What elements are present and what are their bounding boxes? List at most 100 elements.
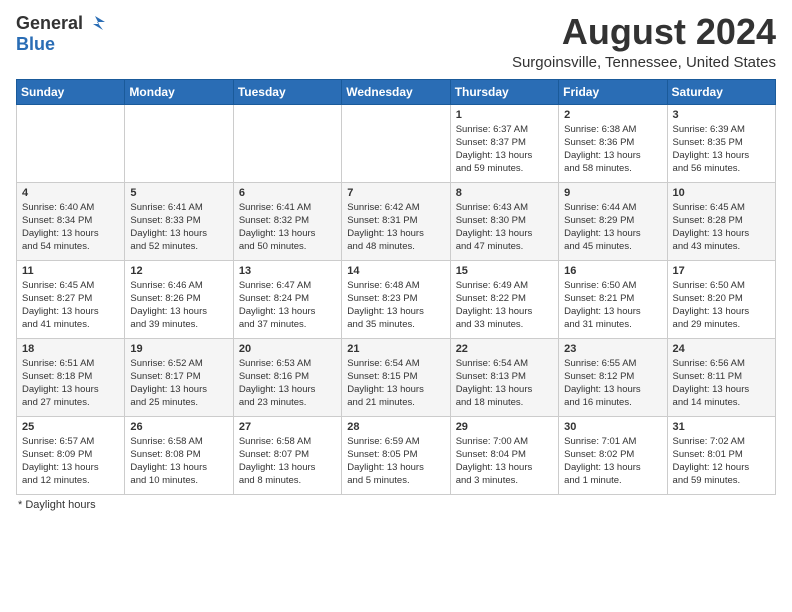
calendar-week-row: 1 Sunrise: 6:37 AM Sunset: 8:37 PM Daylig… bbox=[17, 104, 776, 182]
day-info: Sunrise: 7:00 AM Sunset: 8:04 PM Dayligh… bbox=[456, 435, 553, 488]
day-info: Sunrise: 6:46 AM Sunset: 8:26 PM Dayligh… bbox=[130, 279, 227, 332]
day-info: Sunrise: 6:49 AM Sunset: 8:22 PM Dayligh… bbox=[456, 279, 553, 332]
table-row bbox=[233, 104, 341, 182]
day-number: 9 bbox=[564, 187, 661, 199]
day-info: Sunrise: 6:44 AM Sunset: 8:29 PM Dayligh… bbox=[564, 201, 661, 254]
day-number: 30 bbox=[564, 421, 661, 433]
calendar-week-row: 25Sunrise: 6:57 AM Sunset: 8:09 PM Dayli… bbox=[17, 416, 776, 494]
day-info: Sunrise: 6:48 AM Sunset: 8:23 PM Dayligh… bbox=[347, 279, 444, 332]
logo-blue-text: Blue bbox=[16, 34, 55, 55]
day-info: Sunrise: 6:39 AM Sunset: 8:35 PM Dayligh… bbox=[673, 123, 770, 176]
table-row: 23 Sunrise: 6:55 AM Sunset: 8:12 PM Dayli… bbox=[559, 338, 667, 416]
table-row: 31Sunrise: 7:02 AM Sunset: 8:01 PM Dayli… bbox=[667, 416, 775, 494]
day-number: 11 bbox=[22, 265, 119, 277]
table-row: 14Sunrise: 6:48 AM Sunset: 8:23 PM Dayli… bbox=[342, 260, 450, 338]
day-info: Sunrise: 6:51 AM Sunset: 8:18 PM Dayligh… bbox=[22, 357, 119, 410]
day-number: 12 bbox=[130, 265, 227, 277]
table-row: 26 Sunrise: 6:58 AM Sunset: 8:08 PM Dayli… bbox=[125, 416, 233, 494]
day-number: 26 bbox=[130, 421, 227, 433]
table-row: 17Sunrise: 6:50 AM Sunset: 8:20 PM Dayli… bbox=[667, 260, 775, 338]
day-number: 15 bbox=[456, 265, 553, 277]
calendar-week-row: 18 Sunrise: 6:51 AM Sunset: 8:18 PM Dayli… bbox=[17, 338, 776, 416]
table-row: 1 Sunrise: 6:37 AM Sunset: 8:37 PM Daylig… bbox=[450, 104, 558, 182]
day-info: Sunrise: 7:01 AM Sunset: 8:02 PM Dayligh… bbox=[564, 435, 661, 488]
footer-note: * Daylight hours bbox=[16, 499, 776, 511]
col-wednesday: Wednesday bbox=[342, 79, 450, 104]
table-row bbox=[17, 104, 125, 182]
table-row: 22 Sunrise: 6:54 AM Sunset: 8:13 PM Dayli… bbox=[450, 338, 558, 416]
table-row: 20Sunrise: 6:53 AM Sunset: 8:16 PM Dayli… bbox=[233, 338, 341, 416]
day-info: Sunrise: 6:38 AM Sunset: 8:36 PM Dayligh… bbox=[564, 123, 661, 176]
table-row: 15 Sunrise: 6:49 AM Sunset: 8:22 PM Dayli… bbox=[450, 260, 558, 338]
day-info: Sunrise: 6:45 AM Sunset: 8:28 PM Dayligh… bbox=[673, 201, 770, 254]
table-row: 30 Sunrise: 7:01 AM Sunset: 8:02 PM Dayli… bbox=[559, 416, 667, 494]
day-number: 7 bbox=[347, 187, 444, 199]
table-row: 6 Sunrise: 6:41 AM Sunset: 8:32 PM Daylig… bbox=[233, 182, 341, 260]
day-number: 16 bbox=[564, 265, 661, 277]
day-info: Sunrise: 6:50 AM Sunset: 8:21 PM Dayligh… bbox=[564, 279, 661, 332]
day-number: 20 bbox=[239, 343, 336, 355]
table-row: 9 Sunrise: 6:44 AM Sunset: 8:29 PM Daylig… bbox=[559, 182, 667, 260]
title-section: August 2024 Surgoinsville, Tennessee, Un… bbox=[512, 12, 776, 71]
day-info: Sunrise: 6:41 AM Sunset: 8:32 PM Dayligh… bbox=[239, 201, 336, 254]
table-row: 16 Sunrise: 6:50 AM Sunset: 8:21 PM Dayli… bbox=[559, 260, 667, 338]
day-info: Sunrise: 6:45 AM Sunset: 8:27 PM Dayligh… bbox=[22, 279, 119, 332]
day-info: Sunrise: 6:55 AM Sunset: 8:12 PM Dayligh… bbox=[564, 357, 661, 410]
table-row: 27Sunrise: 6:58 AM Sunset: 8:07 PM Dayli… bbox=[233, 416, 341, 494]
table-row: 7 Sunrise: 6:42 AM Sunset: 8:31 PM Daylig… bbox=[342, 182, 450, 260]
table-row bbox=[125, 104, 233, 182]
day-number: 28 bbox=[347, 421, 444, 433]
col-friday: Friday bbox=[559, 79, 667, 104]
col-monday: Monday bbox=[125, 79, 233, 104]
table-row: 13 Sunrise: 6:47 AM Sunset: 8:24 PM Dayli… bbox=[233, 260, 341, 338]
day-info: Sunrise: 6:43 AM Sunset: 8:30 PM Dayligh… bbox=[456, 201, 553, 254]
day-number: 23 bbox=[564, 343, 661, 355]
day-number: 22 bbox=[456, 343, 553, 355]
day-info: Sunrise: 6:47 AM Sunset: 8:24 PM Dayligh… bbox=[239, 279, 336, 332]
day-info: Sunrise: 6:37 AM Sunset: 8:37 PM Dayligh… bbox=[456, 123, 553, 176]
table-row bbox=[342, 104, 450, 182]
col-sunday: Sunday bbox=[17, 79, 125, 104]
table-row: 8 Sunrise: 6:43 AM Sunset: 8:30 PM Daylig… bbox=[450, 182, 558, 260]
page-header: General Blue August 2024 Surgoinsville, … bbox=[16, 12, 776, 71]
day-number: 6 bbox=[239, 187, 336, 199]
day-info: Sunrise: 6:58 AM Sunset: 8:08 PM Dayligh… bbox=[130, 435, 227, 488]
day-number: 4 bbox=[22, 187, 119, 199]
day-number: 19 bbox=[130, 343, 227, 355]
day-info: Sunrise: 6:52 AM Sunset: 8:17 PM Dayligh… bbox=[130, 357, 227, 410]
day-number: 24 bbox=[673, 343, 770, 355]
day-info: Sunrise: 6:58 AM Sunset: 8:07 PM Dayligh… bbox=[239, 435, 336, 488]
table-row: 29 Sunrise: 7:00 AM Sunset: 8:04 PM Dayli… bbox=[450, 416, 558, 494]
day-info: Sunrise: 6:57 AM Sunset: 8:09 PM Dayligh… bbox=[22, 435, 119, 488]
table-row: 18 Sunrise: 6:51 AM Sunset: 8:18 PM Dayli… bbox=[17, 338, 125, 416]
day-info: Sunrise: 6:42 AM Sunset: 8:31 PM Dayligh… bbox=[347, 201, 444, 254]
day-number: 17 bbox=[673, 265, 770, 277]
month-year-title: August 2024 bbox=[512, 12, 776, 52]
day-number: 18 bbox=[22, 343, 119, 355]
day-number: 8 bbox=[456, 187, 553, 199]
day-number: 1 bbox=[456, 109, 553, 121]
day-number: 10 bbox=[673, 187, 770, 199]
day-number: 29 bbox=[456, 421, 553, 433]
day-number: 21 bbox=[347, 343, 444, 355]
table-row: 2 Sunrise: 6:38 AM Sunset: 8:36 PM Daylig… bbox=[559, 104, 667, 182]
location-text: Surgoinsville, Tennessee, United States bbox=[512, 54, 776, 71]
calendar-week-row: 11 Sunrise: 6:45 AM Sunset: 8:27 PM Dayli… bbox=[17, 260, 776, 338]
table-row: 25Sunrise: 6:57 AM Sunset: 8:09 PM Dayli… bbox=[17, 416, 125, 494]
day-info: Sunrise: 6:59 AM Sunset: 8:05 PM Dayligh… bbox=[347, 435, 444, 488]
day-number: 5 bbox=[130, 187, 227, 199]
col-saturday: Saturday bbox=[667, 79, 775, 104]
page-container: General Blue August 2024 Surgoinsville, … bbox=[0, 0, 792, 519]
day-number: 31 bbox=[673, 421, 770, 433]
day-number: 2 bbox=[564, 109, 661, 121]
calendar-table: Sunday Monday Tuesday Wednesday Thursday… bbox=[16, 79, 776, 495]
col-tuesday: Tuesday bbox=[233, 79, 341, 104]
logo-general-text: General bbox=[16, 13, 83, 34]
calendar-header-row: Sunday Monday Tuesday Wednesday Thursday… bbox=[17, 79, 776, 104]
logo-bird-icon bbox=[85, 12, 107, 34]
day-number: 13 bbox=[239, 265, 336, 277]
table-row: 24Sunrise: 6:56 AM Sunset: 8:11 PM Dayli… bbox=[667, 338, 775, 416]
table-row: 3Sunrise: 6:39 AM Sunset: 8:35 PM Daylig… bbox=[667, 104, 775, 182]
day-info: Sunrise: 6:54 AM Sunset: 8:13 PM Dayligh… bbox=[456, 357, 553, 410]
table-row: 10 Sunrise: 6:45 AM Sunset: 8:28 PM Dayli… bbox=[667, 182, 775, 260]
